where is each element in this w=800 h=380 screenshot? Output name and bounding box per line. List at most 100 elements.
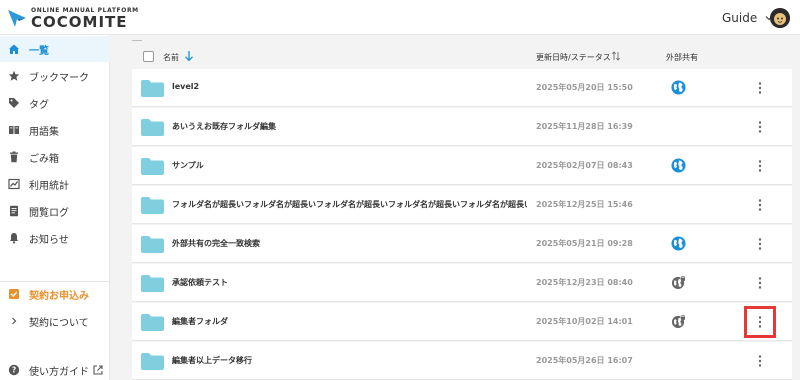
contract-apply-link[interactable]: 契約お申込み	[0, 281, 110, 307]
sidebar-item-label: タグ	[29, 99, 49, 111]
folder-icon	[141, 119, 164, 136]
external-link-icon	[93, 365, 103, 375]
kebab-menu-icon	[758, 354, 762, 368]
avatar[interactable]	[770, 8, 790, 28]
more-options-button[interactable]	[750, 117, 770, 137]
checkbox-icon	[8, 288, 20, 300]
kebab-menu-icon	[758, 237, 762, 251]
globe-icon	[671, 158, 686, 173]
table-header: 名前 更新日時/ステータス 外部共有	[132, 49, 792, 67]
contract-apply-label: 契約お申込み	[29, 290, 89, 302]
kebab-menu-icon	[758, 198, 762, 212]
table-row[interactable]: サンプル 2025年02月07日 08:43	[132, 147, 792, 185]
folder-name: 承認依頼テスト	[172, 278, 228, 287]
cocomite-logo[interactable]: ONLINE MANUAL PLATFORM COCOMITE	[6, 5, 146, 31]
table-row[interactable]: 編集者フォルダ 2025年10月02日 14:01	[132, 303, 792, 341]
sidebar-item-label: ブックマーク	[29, 72, 89, 84]
folder-name: サンプル	[172, 161, 204, 170]
user-menu-label: Guide	[722, 11, 758, 25]
sidebar: 一覧 ブックマーク タグ 用語集 ごみ箱 利用統計 閲覧ログ お知らせ 契約お申…	[0, 35, 110, 380]
contract-about-link[interactable]: 契約について	[0, 308, 110, 334]
column-name-header[interactable]: 名前	[163, 52, 179, 63]
sort-toggle-icon[interactable]	[611, 50, 621, 62]
more-options-button[interactable]	[750, 78, 770, 98]
sidebar-item-tag[interactable]: タグ	[0, 90, 110, 116]
document-icon	[8, 205, 20, 217]
globe-icon	[671, 236, 686, 251]
folder-icon	[141, 158, 164, 175]
updated-date: 2025年02月07日 08:43	[536, 161, 633, 170]
sidebar-item-label: ごみ箱	[29, 153, 59, 165]
trash-icon	[8, 151, 20, 163]
book-icon	[8, 124, 20, 136]
more-options-button[interactable]	[744, 306, 776, 338]
kebab-menu-icon	[758, 120, 762, 134]
chart-icon	[8, 178, 20, 190]
folder-icon	[141, 197, 164, 214]
sidebar-item-trash[interactable]: ごみ箱	[0, 144, 110, 170]
table-row[interactable]: フォルダ名が超長いフォルダ名が超長いフォルダ名が超長いフォルダ名が超長いフォルダ…	[132, 186, 792, 224]
updated-date: 2025年12月23日 08:40	[536, 278, 633, 287]
tag-icon	[8, 97, 20, 109]
table-row[interactable]: 外部共有の完全一致検索 2025年05月21日 09:28	[132, 225, 792, 263]
sidebar-item-list[interactable]: 一覧	[0, 36, 110, 62]
sidebar-item-glossary[interactable]: 用語集	[0, 117, 110, 143]
more-options-button[interactable]	[750, 273, 770, 293]
kebab-menu-icon	[758, 315, 762, 329]
svg-text:?: ?	[12, 366, 16, 375]
app-header: ONLINE MANUAL PLATFORM COCOMITE Guide	[0, 0, 800, 35]
folder-icon	[141, 275, 164, 292]
sort-arrow-down-icon[interactable]	[184, 50, 194, 62]
sidebar-item-label: お知らせ	[29, 234, 69, 246]
star-icon	[8, 70, 20, 82]
table-row[interactable]: あいうえお既存フォルダ編集 2025年11月28日 16:39	[132, 108, 792, 146]
scroll-remnant	[132, 35, 800, 45]
select-all-checkbox[interactable]	[143, 51, 154, 62]
column-share-header: 外部共有	[666, 53, 698, 62]
folder-name: 編集者以上データ移行	[172, 356, 252, 365]
folder-name: あいうえお既存フォルダ編集	[172, 122, 276, 131]
table-row[interactable]: 編集者以上データ移行 2025年05月26日 16:07	[132, 342, 792, 380]
bell-icon	[8, 232, 20, 244]
updated-date: 2025年10月02日 14:01	[536, 317, 633, 326]
kebab-menu-icon	[758, 159, 762, 173]
logo-wordmark: COCOMITE	[31, 13, 128, 31]
sidebar-item-label: 利用統計	[29, 180, 69, 192]
help-icon: ?	[8, 364, 20, 376]
usage-guide-label: 使い方ガイド	[29, 366, 89, 378]
main-content: 名前 更新日時/ステータス 外部共有 level2 2025年05月20日 15:…	[110, 35, 800, 380]
user-menu-button[interactable]: Guide	[722, 9, 775, 27]
sidebar-item-label: 閲覧ログ	[29, 207, 69, 219]
more-options-button[interactable]	[750, 156, 770, 176]
table-row[interactable]: 承認依頼テスト 2025年12月23日 08:40	[132, 264, 792, 302]
contract-about-label: 契約について	[29, 317, 89, 329]
usage-guide-link[interactable]: ? 使い方ガイド	[0, 357, 110, 380]
folder-name: フォルダ名が超長いフォルダ名が超長いフォルダ名が超長いフォルダ名が超長いフォルダ…	[172, 200, 527, 209]
folder-icon	[141, 236, 164, 253]
kebab-menu-icon	[758, 276, 762, 290]
sidebar-item-bookmark[interactable]: ブックマーク	[0, 63, 110, 89]
globe-lock-icon	[671, 275, 686, 290]
sidebar-item-label: 用語集	[29, 126, 59, 138]
sidebar-item-notifications[interactable]: お知らせ	[0, 225, 110, 251]
more-options-button[interactable]	[750, 195, 770, 215]
folder-name: level2	[172, 82, 200, 91]
more-options-button[interactable]	[750, 351, 770, 371]
table-row[interactable]: level2 2025年05月20日 15:50	[132, 69, 792, 107]
more-options-button[interactable]	[750, 234, 770, 254]
folder-icon	[141, 314, 164, 331]
updated-date: 2025年05月26日 16:07	[536, 356, 633, 365]
updated-date: 2025年11月28日 16:39	[536, 122, 633, 131]
column-date-header[interactable]: 更新日時/ステータス	[536, 52, 611, 63]
folder-name: 外部共有の完全一致検索	[172, 239, 260, 248]
kebab-menu-icon	[758, 81, 762, 95]
sidebar-item-access-log[interactable]: 閲覧ログ	[0, 198, 110, 224]
chevron-right-icon	[8, 315, 20, 327]
globe-icon	[671, 80, 686, 95]
updated-date: 2025年05月20日 15:50	[536, 83, 633, 92]
updated-date: 2025年05月21日 09:28	[536, 239, 633, 248]
logo-mark-icon	[8, 10, 26, 27]
sidebar-item-stats[interactable]: 利用統計	[0, 171, 110, 197]
sidebar-item-label: 一覧	[29, 45, 49, 57]
globe-lock-icon	[671, 314, 686, 329]
